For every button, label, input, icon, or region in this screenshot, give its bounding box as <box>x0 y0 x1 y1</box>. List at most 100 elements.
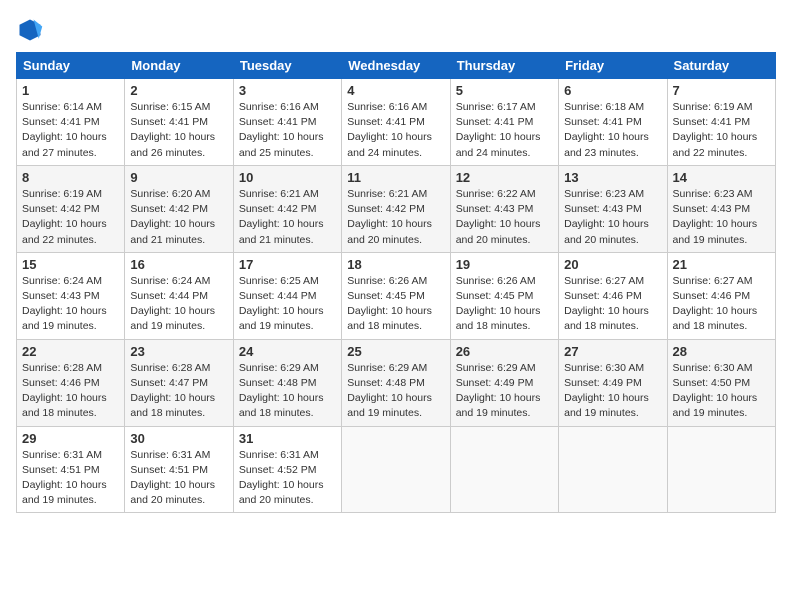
day-number: 1 <box>22 83 119 98</box>
calendar-day-cell <box>667 426 775 513</box>
day-info: Sunrise: 6:23 AM Sunset: 4:43 PM Dayligh… <box>673 187 770 248</box>
calendar-week-row: 8 Sunrise: 6:19 AM Sunset: 4:42 PM Dayli… <box>17 165 776 252</box>
calendar-day-cell: 10 Sunrise: 6:21 AM Sunset: 4:42 PM Dayl… <box>233 165 341 252</box>
day-number: 7 <box>673 83 770 98</box>
weekday-header: Friday <box>559 53 667 79</box>
calendar-day-cell: 2 Sunrise: 6:15 AM Sunset: 4:41 PM Dayli… <box>125 79 233 166</box>
calendar-day-cell: 12 Sunrise: 6:22 AM Sunset: 4:43 PM Dayl… <box>450 165 558 252</box>
day-info: Sunrise: 6:26 AM Sunset: 4:45 PM Dayligh… <box>347 274 444 335</box>
calendar-day-cell: 23 Sunrise: 6:28 AM Sunset: 4:47 PM Dayl… <box>125 339 233 426</box>
day-number: 5 <box>456 83 553 98</box>
day-info: Sunrise: 6:27 AM Sunset: 4:46 PM Dayligh… <box>673 274 770 335</box>
calendar-day-cell: 27 Sunrise: 6:30 AM Sunset: 4:49 PM Dayl… <box>559 339 667 426</box>
day-info: Sunrise: 6:18 AM Sunset: 4:41 PM Dayligh… <box>564 100 661 161</box>
calendar-day-cell <box>450 426 558 513</box>
day-info: Sunrise: 6:14 AM Sunset: 4:41 PM Dayligh… <box>22 100 119 161</box>
calendar-day-cell: 9 Sunrise: 6:20 AM Sunset: 4:42 PM Dayli… <box>125 165 233 252</box>
day-info: Sunrise: 6:20 AM Sunset: 4:42 PM Dayligh… <box>130 187 227 248</box>
day-number: 26 <box>456 344 553 359</box>
day-number: 29 <box>22 431 119 446</box>
day-info: Sunrise: 6:21 AM Sunset: 4:42 PM Dayligh… <box>347 187 444 248</box>
day-number: 10 <box>239 170 336 185</box>
day-number: 2 <box>130 83 227 98</box>
day-info: Sunrise: 6:28 AM Sunset: 4:47 PM Dayligh… <box>130 361 227 422</box>
day-info: Sunrise: 6:29 AM Sunset: 4:49 PM Dayligh… <box>456 361 553 422</box>
day-number: 27 <box>564 344 661 359</box>
calendar-day-cell: 7 Sunrise: 6:19 AM Sunset: 4:41 PM Dayli… <box>667 79 775 166</box>
day-info: Sunrise: 6:31 AM Sunset: 4:51 PM Dayligh… <box>130 448 227 509</box>
calendar-day-cell: 18 Sunrise: 6:26 AM Sunset: 4:45 PM Dayl… <box>342 252 450 339</box>
day-number: 22 <box>22 344 119 359</box>
day-info: Sunrise: 6:30 AM Sunset: 4:49 PM Dayligh… <box>564 361 661 422</box>
day-info: Sunrise: 6:16 AM Sunset: 4:41 PM Dayligh… <box>347 100 444 161</box>
day-info: Sunrise: 6:30 AM Sunset: 4:50 PM Dayligh… <box>673 361 770 422</box>
day-info: Sunrise: 6:24 AM Sunset: 4:44 PM Dayligh… <box>130 274 227 335</box>
day-info: Sunrise: 6:17 AM Sunset: 4:41 PM Dayligh… <box>456 100 553 161</box>
calendar-day-cell: 28 Sunrise: 6:30 AM Sunset: 4:50 PM Dayl… <box>667 339 775 426</box>
calendar-day-cell: 17 Sunrise: 6:25 AM Sunset: 4:44 PM Dayl… <box>233 252 341 339</box>
logo-icon <box>16 16 44 44</box>
day-info: Sunrise: 6:29 AM Sunset: 4:48 PM Dayligh… <box>239 361 336 422</box>
calendar-day-cell: 31 Sunrise: 6:31 AM Sunset: 4:52 PM Dayl… <box>233 426 341 513</box>
day-number: 21 <box>673 257 770 272</box>
day-info: Sunrise: 6:31 AM Sunset: 4:52 PM Dayligh… <box>239 448 336 509</box>
day-info: Sunrise: 6:23 AM Sunset: 4:43 PM Dayligh… <box>564 187 661 248</box>
calendar-day-cell: 13 Sunrise: 6:23 AM Sunset: 4:43 PM Dayl… <box>559 165 667 252</box>
calendar-day-cell: 4 Sunrise: 6:16 AM Sunset: 4:41 PM Dayli… <box>342 79 450 166</box>
weekday-header: Sunday <box>17 53 125 79</box>
weekday-header: Monday <box>125 53 233 79</box>
day-info: Sunrise: 6:19 AM Sunset: 4:42 PM Dayligh… <box>22 187 119 248</box>
weekday-header: Saturday <box>667 53 775 79</box>
day-info: Sunrise: 6:22 AM Sunset: 4:43 PM Dayligh… <box>456 187 553 248</box>
day-number: 24 <box>239 344 336 359</box>
calendar-week-row: 29 Sunrise: 6:31 AM Sunset: 4:51 PM Dayl… <box>17 426 776 513</box>
calendar-day-cell: 20 Sunrise: 6:27 AM Sunset: 4:46 PM Dayl… <box>559 252 667 339</box>
weekday-header: Tuesday <box>233 53 341 79</box>
day-info: Sunrise: 6:29 AM Sunset: 4:48 PM Dayligh… <box>347 361 444 422</box>
day-number: 16 <box>130 257 227 272</box>
day-number: 4 <box>347 83 444 98</box>
calendar-day-cell: 19 Sunrise: 6:26 AM Sunset: 4:45 PM Dayl… <box>450 252 558 339</box>
calendar-day-cell: 16 Sunrise: 6:24 AM Sunset: 4:44 PM Dayl… <box>125 252 233 339</box>
calendar-day-cell: 1 Sunrise: 6:14 AM Sunset: 4:41 PM Dayli… <box>17 79 125 166</box>
logo <box>16 16 48 44</box>
calendar-day-cell: 8 Sunrise: 6:19 AM Sunset: 4:42 PM Dayli… <box>17 165 125 252</box>
calendar-day-cell: 29 Sunrise: 6:31 AM Sunset: 4:51 PM Dayl… <box>17 426 125 513</box>
day-number: 25 <box>347 344 444 359</box>
page-header <box>16 16 776 44</box>
day-number: 15 <box>22 257 119 272</box>
day-info: Sunrise: 6:21 AM Sunset: 4:42 PM Dayligh… <box>239 187 336 248</box>
day-info: Sunrise: 6:31 AM Sunset: 4:51 PM Dayligh… <box>22 448 119 509</box>
day-info: Sunrise: 6:28 AM Sunset: 4:46 PM Dayligh… <box>22 361 119 422</box>
day-number: 14 <box>673 170 770 185</box>
day-info: Sunrise: 6:27 AM Sunset: 4:46 PM Dayligh… <box>564 274 661 335</box>
calendar-day-cell: 6 Sunrise: 6:18 AM Sunset: 4:41 PM Dayli… <box>559 79 667 166</box>
day-info: Sunrise: 6:25 AM Sunset: 4:44 PM Dayligh… <box>239 274 336 335</box>
day-number: 31 <box>239 431 336 446</box>
day-number: 20 <box>564 257 661 272</box>
day-number: 12 <box>456 170 553 185</box>
calendar-day-cell: 24 Sunrise: 6:29 AM Sunset: 4:48 PM Dayl… <box>233 339 341 426</box>
day-number: 30 <box>130 431 227 446</box>
day-number: 8 <box>22 170 119 185</box>
day-number: 9 <box>130 170 227 185</box>
day-info: Sunrise: 6:19 AM Sunset: 4:41 PM Dayligh… <box>673 100 770 161</box>
calendar-day-cell: 30 Sunrise: 6:31 AM Sunset: 4:51 PM Dayl… <box>125 426 233 513</box>
calendar-day-cell <box>342 426 450 513</box>
day-number: 23 <box>130 344 227 359</box>
day-info: Sunrise: 6:15 AM Sunset: 4:41 PM Dayligh… <box>130 100 227 161</box>
day-number: 28 <box>673 344 770 359</box>
day-info: Sunrise: 6:16 AM Sunset: 4:41 PM Dayligh… <box>239 100 336 161</box>
weekday-header: Wednesday <box>342 53 450 79</box>
calendar-week-row: 22 Sunrise: 6:28 AM Sunset: 4:46 PM Dayl… <box>17 339 776 426</box>
calendar-week-row: 1 Sunrise: 6:14 AM Sunset: 4:41 PM Dayli… <box>17 79 776 166</box>
day-number: 18 <box>347 257 444 272</box>
day-info: Sunrise: 6:24 AM Sunset: 4:43 PM Dayligh… <box>22 274 119 335</box>
day-number: 11 <box>347 170 444 185</box>
day-number: 6 <box>564 83 661 98</box>
calendar-day-cell: 21 Sunrise: 6:27 AM Sunset: 4:46 PM Dayl… <box>667 252 775 339</box>
calendar-table: SundayMondayTuesdayWednesdayThursdayFrid… <box>16 52 776 513</box>
day-number: 17 <box>239 257 336 272</box>
calendar-day-cell: 26 Sunrise: 6:29 AM Sunset: 4:49 PM Dayl… <box>450 339 558 426</box>
day-number: 13 <box>564 170 661 185</box>
